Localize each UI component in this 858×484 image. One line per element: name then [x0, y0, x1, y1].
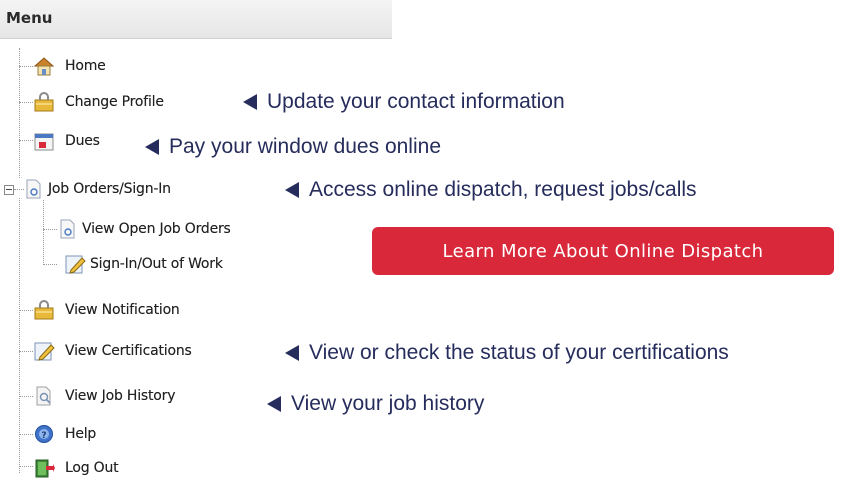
- arrow-left-icon: [267, 396, 281, 412]
- menu-item-job-orders[interactable]: Job Orders/Sign-In: [22, 177, 171, 201]
- menu-item-label: View Open Job Orders: [82, 221, 231, 237]
- annotation-job-history: View your job history: [267, 391, 484, 417]
- annotation-text: Pay your window dues online: [169, 135, 441, 158]
- document-icon: [22, 178, 44, 200]
- menu-item-dues[interactable]: Dues: [33, 129, 100, 153]
- menu-item-label: View Certifications: [65, 343, 192, 359]
- menu-item-sign-in-out[interactable]: Sign-In/Out of Work: [64, 252, 223, 276]
- tree-line: [19, 140, 33, 141]
- arrow-left-icon: [145, 139, 159, 155]
- menu-item-label: Log Out: [65, 460, 119, 476]
- arrow-left-icon: [243, 94, 257, 110]
- annotation-text: Update your contact information: [267, 90, 565, 113]
- menu-item-label: Home: [65, 58, 106, 74]
- tree-line: [19, 396, 33, 397]
- annotation-job-orders: Access online dispatch, request jobs/cal…: [285, 177, 697, 203]
- menu-item-help[interactable]: ? Help: [33, 422, 96, 446]
- menu-item-log-out[interactable]: Log Out: [33, 456, 119, 480]
- menu-item-label: View Notification: [65, 302, 180, 318]
- tree-line: [19, 466, 33, 467]
- tree-line: [19, 66, 33, 67]
- document-icon: [56, 218, 78, 240]
- tree-line: [19, 310, 33, 311]
- magnifier-icon: [33, 385, 55, 407]
- annotation-certifications: View or check the status of your certifi…: [285, 340, 729, 366]
- annotation-change-profile: Update your contact information: [243, 89, 565, 115]
- annotation-text: View your job history: [291, 392, 485, 415]
- menu-item-label: Sign-In/Out of Work: [90, 256, 223, 272]
- menu-item-label: View Job History: [65, 388, 176, 404]
- menu-title: Menu: [6, 9, 53, 27]
- menu-item-label: Change Profile: [65, 94, 164, 110]
- tree-line: [43, 264, 57, 265]
- tree-line: [43, 200, 44, 265]
- tree-line: [43, 229, 57, 230]
- menu-item-label: Dues: [65, 133, 100, 149]
- annotation-text: Access online dispatch, request jobs/cal…: [309, 178, 697, 201]
- tree-line: [19, 48, 20, 178]
- tree-line: [19, 434, 33, 435]
- tree-line: [19, 102, 33, 103]
- tree-line: [19, 351, 33, 352]
- home-icon: [33, 55, 55, 77]
- annotation-text: View or check the status of your certifi…: [309, 341, 729, 364]
- help-icon: ?: [33, 423, 55, 445]
- menu-item-view-certifications[interactable]: View Certifications: [33, 339, 192, 363]
- arrow-left-icon: [285, 345, 299, 361]
- menu-item-home[interactable]: Home: [33, 54, 106, 78]
- lock-folder-icon: [33, 299, 55, 321]
- tree-line: [19, 198, 20, 473]
- svg-text:?: ?: [41, 431, 46, 441]
- menu-item-change-profile[interactable]: Change Profile: [33, 90, 164, 114]
- menu-item-label: Help: [65, 426, 97, 442]
- lock-folder-icon: [33, 91, 55, 113]
- menu-item-view-job-history[interactable]: View Job History: [33, 384, 176, 408]
- menu-item-label: Job Orders/Sign-In: [48, 181, 171, 197]
- menu-item-view-notification[interactable]: View Notification: [33, 298, 180, 322]
- collapse-toggle[interactable]: [4, 185, 14, 195]
- learn-more-dispatch-button[interactable]: Learn More About Online Dispatch: [372, 227, 834, 275]
- menu-header: Menu: [0, 0, 392, 39]
- annotation-dues: Pay your window dues online: [145, 134, 441, 160]
- menu-item-view-open-job-orders[interactable]: View Open Job Orders: [56, 217, 231, 241]
- pencil-icon: [64, 253, 86, 275]
- exit-icon: [33, 457, 55, 479]
- arrow-left-icon: [285, 182, 299, 198]
- pencil-icon: [33, 340, 55, 362]
- calendar-icon: [33, 130, 55, 152]
